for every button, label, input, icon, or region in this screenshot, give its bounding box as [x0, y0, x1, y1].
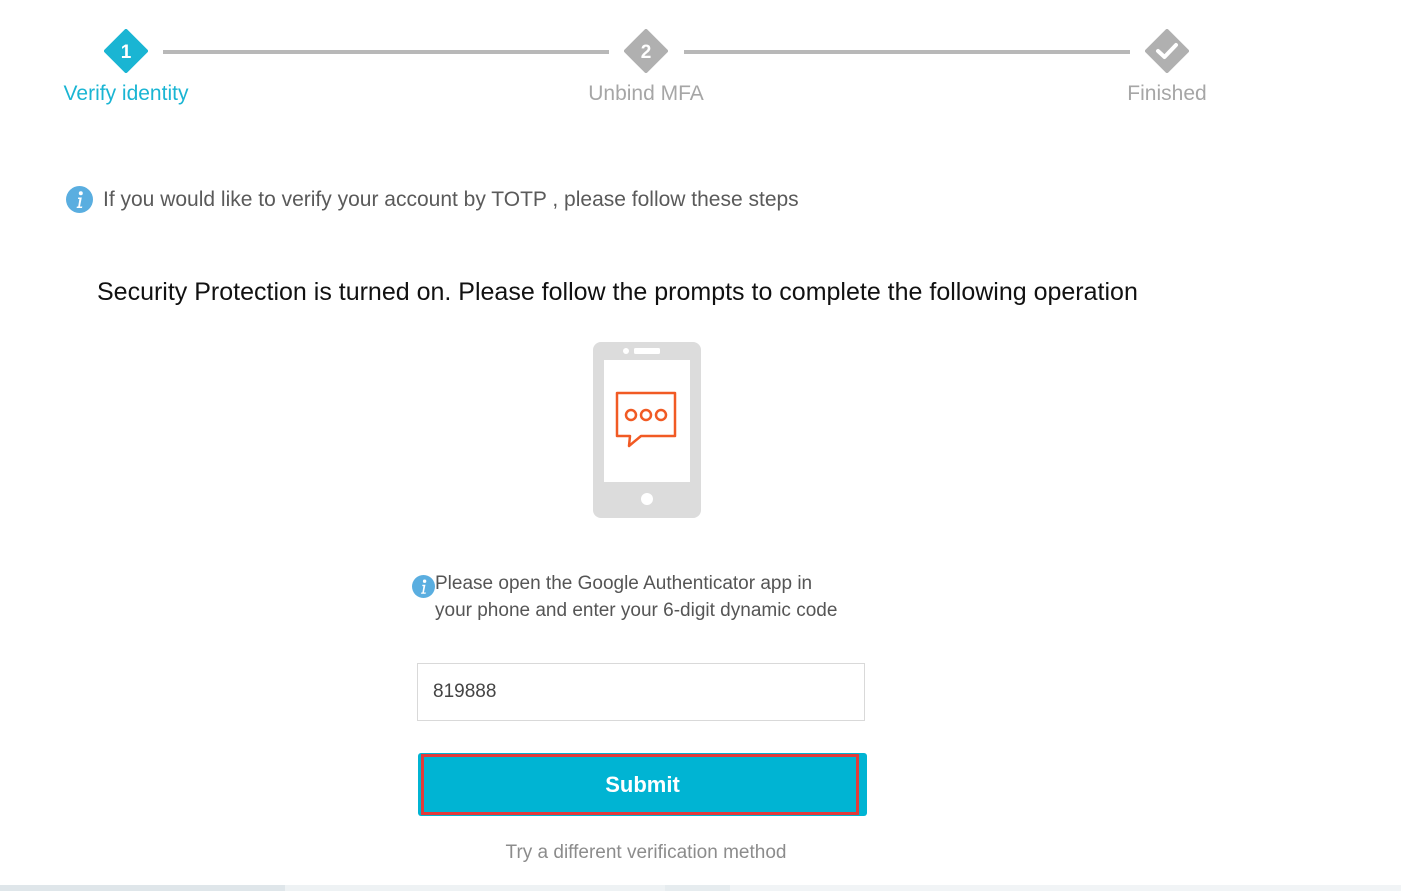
step-2-label: Unbind MFA [588, 82, 704, 105]
step-2-number: 2 [641, 42, 652, 63]
bottom-scrollbar[interactable] [0, 885, 1401, 891]
info-icon [412, 575, 435, 598]
progress-stepper: 1 2 Verify identity Unbind MFA Finished [0, 0, 1401, 130]
step-connector-2 [684, 50, 1130, 54]
totp-notice: If you would like to verify your account… [66, 186, 799, 213]
hint-text: Please open the Google Authenticator app… [435, 573, 838, 621]
alt-verification-link[interactable]: Try a different verification method [506, 842, 787, 864]
step-3-label: Finished [1127, 82, 1207, 105]
phone-message-icon [593, 342, 701, 518]
step-1-marker: 1 [104, 29, 148, 73]
step-2-marker: 2 [624, 29, 668, 73]
authenticator-hint: Please open the Google Authenticator app… [412, 570, 842, 624]
step-1-number: 1 [121, 42, 132, 63]
info-icon [66, 186, 93, 213]
notice-text: If you would like to verify your account… [103, 187, 799, 211]
step-3-marker [1145, 29, 1189, 73]
page-title: Security Protection is turned on. Please… [97, 278, 1138, 306]
submit-button[interactable]: Submit [418, 753, 867, 816]
step-1-label: Verify identity [63, 82, 189, 105]
dynamic-code-input[interactable] [417, 663, 865, 721]
step-connector-1 [163, 50, 609, 54]
